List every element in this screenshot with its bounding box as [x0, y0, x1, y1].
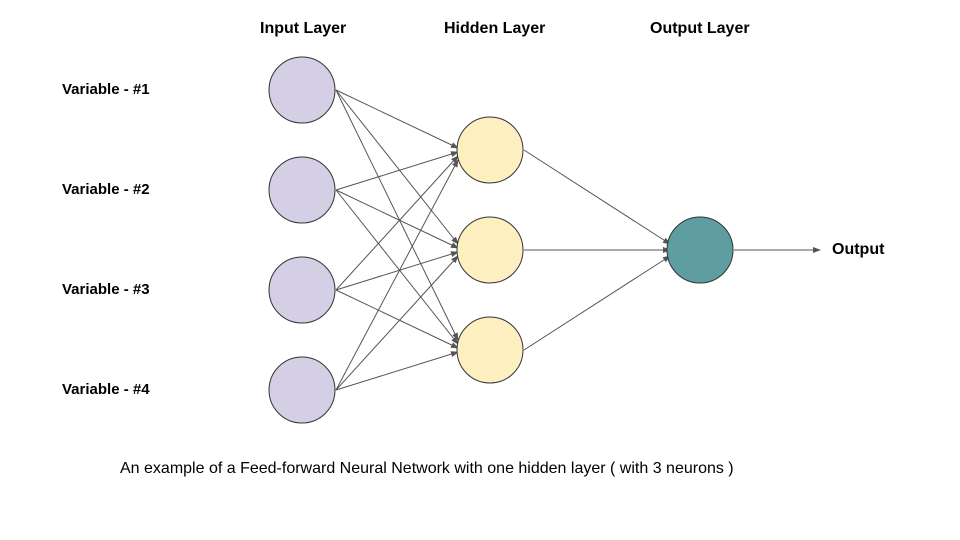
input-layer-label: Input Layer: [260, 20, 346, 38]
hidden-node-2: [457, 217, 523, 283]
variable-4-label: Variable - #4: [62, 381, 150, 398]
variable-1-label: Variable - #1: [62, 81, 150, 98]
input-node-2: [269, 157, 335, 223]
edges-hidden-output: [524, 150, 670, 350]
hidden-node-3: [457, 317, 523, 383]
input-node-4: [269, 357, 335, 423]
edges-input-hidden: [336, 90, 458, 390]
output-node: [667, 217, 733, 283]
input-node-1: [269, 57, 335, 123]
output-layer-label: Output Layer: [650, 20, 750, 38]
output-text-label: Output: [832, 241, 884, 259]
hidden-layer-label: Hidden Layer: [444, 20, 545, 38]
variable-2-label: Variable - #2: [62, 181, 150, 198]
input-node-3: [269, 257, 335, 323]
diagram-caption: An example of a Feed-forward Neural Netw…: [120, 460, 734, 478]
hidden-node-1: [457, 117, 523, 183]
variable-3-label: Variable - #3: [62, 281, 150, 298]
